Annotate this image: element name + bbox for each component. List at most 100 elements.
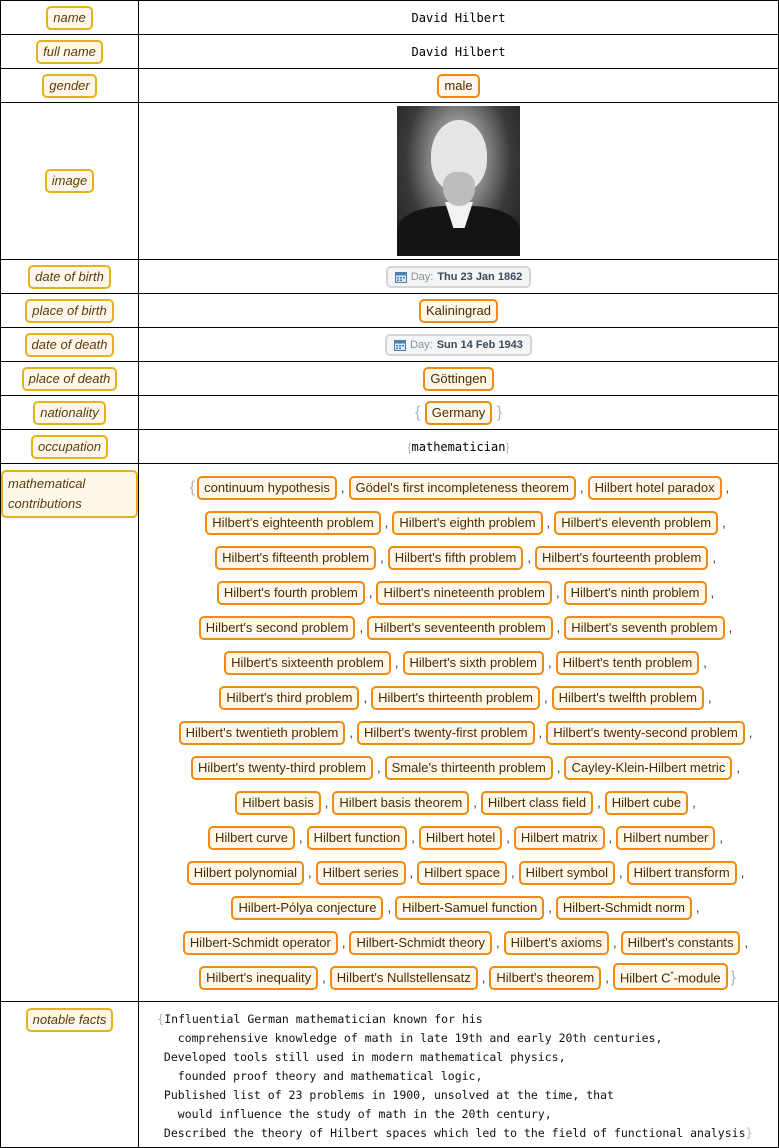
row-date-of-birth: date of birth Day: Thu 23 Jan 1862 <box>0 259 779 294</box>
contribution-entity[interactable]: Hilbert's seventh problem <box>564 616 725 640</box>
date-of-birth-value[interactable]: Day: Thu 23 Jan 1862 <box>385 265 532 288</box>
property-label-nationality[interactable]: nationality <box>33 400 106 425</box>
property-label-name[interactable]: name <box>46 5 93 30</box>
contribution-entity[interactable]: Hilbert basis <box>235 791 321 815</box>
list-separator: , <box>722 515 726 530</box>
notable-fact-line: comprehensive knowledge of math in late … <box>157 1031 663 1045</box>
row-gender: gender male <box>0 68 779 103</box>
list-separator: , <box>695 900 700 915</box>
portrait-image <box>397 106 520 256</box>
nationality-entity[interactable]: Germany <box>424 400 493 425</box>
place-of-death-entity[interactable]: Göttingen <box>423 366 494 391</box>
close-brace: } <box>496 403 503 421</box>
contribution-entity[interactable]: Hilbert's seventeenth problem <box>367 616 553 640</box>
contribution-entity[interactable]: Hilbert's twelfth problem <box>551 686 704 710</box>
contribution-entity[interactable]: Hilbert's eleventh problem <box>554 511 719 535</box>
contribution-entity[interactable]: Hilbert-Schmidt theory <box>349 931 493 955</box>
list-separator: , <box>546 515 551 530</box>
contribution-entity[interactable]: Hilbert's sixth problem <box>402 651 544 675</box>
row-occupation: occupation {mathematician} <box>0 429 779 464</box>
notable-fact-line: Published list of 23 problems in 1900, u… <box>157 1088 614 1102</box>
contribution-entity[interactable]: Hilbert symbol <box>518 861 615 885</box>
entity-property-table: name David Hilbert full name David Hilbe… <box>0 0 779 1148</box>
contribution-entity[interactable]: Hilbert function <box>306 826 408 850</box>
contribution-entity[interactable]: Hilbert's fourth problem <box>216 581 365 605</box>
property-label-notable-facts[interactable]: notable facts <box>25 1008 114 1032</box>
calendar-icon <box>394 271 407 283</box>
open-brace: { <box>189 479 196 496</box>
contribution-entity[interactable]: Hilbert transform <box>626 861 737 885</box>
contribution-entity[interactable]: Hilbert-Schmidt norm <box>555 896 692 920</box>
contribution-entity[interactable]: Gödel's first incompleteness theorem <box>348 476 576 500</box>
list-separator: , <box>744 935 749 950</box>
contribution-entity[interactable]: Hilbert's inequality <box>199 966 319 990</box>
contribution-entity[interactable]: Hilbert hotel paradox <box>587 476 722 500</box>
contribution-entity[interactable]: Hilbert cube <box>604 791 689 815</box>
contribution-entity[interactable]: Hilbert basis theorem <box>332 791 470 815</box>
contribution-entity[interactable]: Hilbert's twenty-second problem <box>546 721 745 745</box>
row-image: image <box>0 102 779 260</box>
notable-facts-value: {Influential German mathematician known … <box>138 1001 779 1148</box>
contribution-entity[interactable]: Cayley-Klein-Hilbert metric <box>564 756 733 780</box>
contribution-entity[interactable]: Hilbert's axioms <box>503 931 610 955</box>
list-separator: , <box>544 690 548 705</box>
contribution-entity[interactable]: Hilbert's twenty-first problem <box>357 721 535 745</box>
list-separator: , <box>340 480 345 495</box>
contribution-entity[interactable]: Hilbert-Samuel function <box>395 896 545 920</box>
property-label-place-of-death[interactable]: place of death <box>21 366 118 391</box>
list-separator: , <box>605 970 609 985</box>
property-label-mathematical-contributions[interactable]: mathematical contributions <box>1 470 138 518</box>
row-mathematical-contributions: mathematical contributions {continuum hy… <box>0 463 779 1002</box>
list-separator: , <box>692 795 696 810</box>
property-label-full-name[interactable]: full name <box>36 39 103 64</box>
notable-fact-line: founded proof theory and mathematical lo… <box>157 1069 483 1083</box>
contribution-entity[interactable]: Hilbert's constants <box>620 931 741 955</box>
date-of-death-value[interactable]: Day: Sun 14 Feb 1943 <box>385 333 532 356</box>
contribution-entity[interactable]: Hilbert's fifth problem <box>387 546 524 570</box>
list-separator: , <box>538 725 543 740</box>
contribution-entity[interactable]: Hilbert's fourteenth problem <box>535 546 709 570</box>
contribution-entity[interactable]: Hilbert C*-module <box>612 962 728 990</box>
contribution-entity[interactable]: Hilbert's twenty-third problem <box>191 756 373 780</box>
list-separator: , <box>380 550 384 565</box>
contribution-entity[interactable]: Hilbert series <box>315 861 406 885</box>
contribution-entity[interactable]: Hilbert's eighteenth problem <box>205 511 381 535</box>
calendar-icon <box>394 339 407 351</box>
contribution-entity[interactable]: Hilbert's ninth problem <box>563 581 707 605</box>
contribution-entity[interactable]: Hilbert's sixteenth problem <box>224 651 391 675</box>
contribution-entity[interactable]: Hilbert's nineteenth problem <box>376 581 552 605</box>
property-label-place-of-birth[interactable]: place of birth <box>25 298 114 323</box>
contribution-entity[interactable]: Hilbert's twentieth problem <box>178 721 346 745</box>
contribution-entity[interactable]: Hilbert number <box>616 826 716 850</box>
property-label-occupation[interactable]: occupation <box>31 434 108 459</box>
contribution-entity[interactable]: Hilbert's fifteenth problem <box>215 546 377 570</box>
property-label-date-of-death[interactable]: date of death <box>24 332 115 357</box>
contribution-entity[interactable]: Hilbert polynomial <box>186 861 305 885</box>
contribution-entity[interactable]: Hilbert matrix <box>513 826 605 850</box>
contribution-entity[interactable]: continuum hypothesis <box>197 476 337 500</box>
list-separator: , <box>740 865 745 880</box>
contribution-entity[interactable]: Hilbert's thirteenth problem <box>371 686 541 710</box>
contribution-entity[interactable]: Hilbert's eighth problem <box>392 511 543 535</box>
contribution-entity[interactable]: Hilbert's second problem <box>198 616 356 640</box>
contribution-entity[interactable]: Hilbert's Nullstellensatz <box>329 966 478 990</box>
property-label-gender[interactable]: gender <box>42 73 97 98</box>
list-separator: , <box>725 480 730 495</box>
close-brace: } <box>505 439 510 454</box>
contribution-entity[interactable]: Hilbert space <box>417 861 507 885</box>
property-label-image[interactable]: image <box>44 169 95 193</box>
gender-entity[interactable]: male <box>437 73 480 98</box>
contribution-entity[interactable]: Hilbert-Schmidt operator <box>182 931 338 955</box>
contribution-entity[interactable]: Hilbert class field <box>480 791 594 815</box>
contribution-entity[interactable]: Hilbert's theorem <box>489 966 602 990</box>
contribution-entity[interactable]: Hilbert-Pólya conjecture <box>231 896 384 920</box>
place-of-birth-entity[interactable]: Kaliningrad <box>418 298 499 323</box>
contribution-entity[interactable]: Hilbert's third problem <box>219 686 360 710</box>
contribution-entity[interactable]: Smale's thirteenth problem <box>384 756 553 780</box>
contribution-entity[interactable]: Hilbert curve <box>207 826 295 850</box>
list-separator: , <box>322 970 326 985</box>
property-label-date-of-birth[interactable]: date of birth <box>28 264 111 289</box>
contribution-entity[interactable]: Hilbert hotel <box>418 826 503 850</box>
list-separator: , <box>409 865 414 880</box>
contribution-entity[interactable]: Hilbert's tenth problem <box>555 651 700 675</box>
